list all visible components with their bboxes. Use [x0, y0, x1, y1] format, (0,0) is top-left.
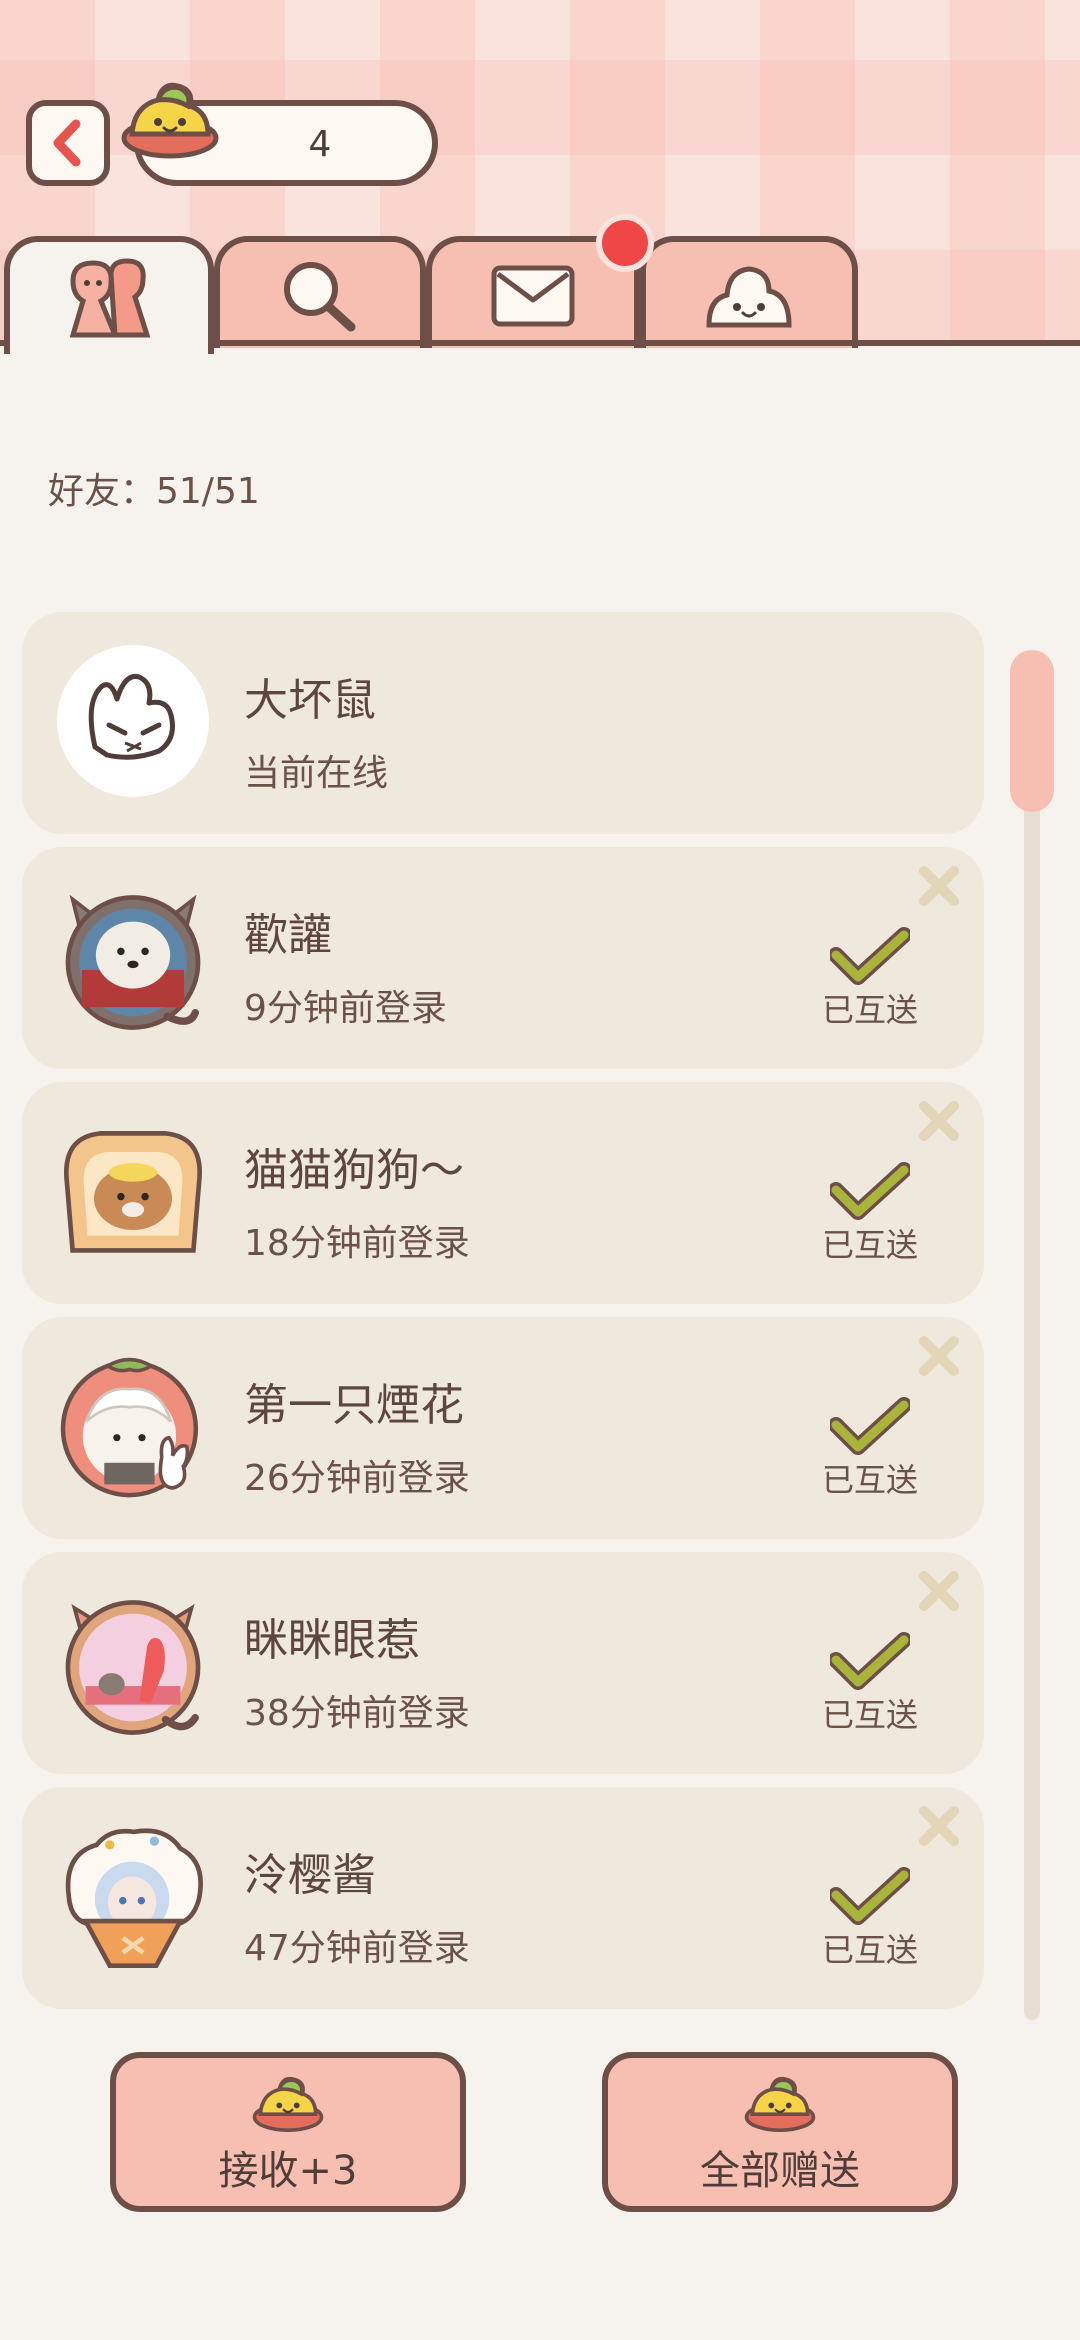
check-icon — [828, 1867, 912, 1925]
gift-sent-indicator: 已互送 — [800, 1632, 940, 1736]
friend-status: 38分钟前登录 — [244, 1693, 470, 1734]
blob-currency-icon — [744, 2076, 816, 2132]
toast-bear-avatar-icon — [64, 1131, 202, 1253]
tab-search[interactable] — [214, 236, 426, 348]
sent-label: 已互送 — [821, 1461, 918, 1499]
notification-dot — [596, 214, 654, 272]
blob-currency-icon — [252, 2076, 324, 2132]
tab-blob[interactable] — [640, 236, 858, 348]
friend-list: 大坏鼠 当前在线 歡讙 9分钟前登录 已互送 猫猫狗狗～ 18分钟前登录 已互送… — [22, 612, 984, 2022]
friend-card[interactable]: 歡讙 9分钟前登录 已互送 — [22, 847, 984, 1069]
anime-girl-avatar-icon — [65, 1828, 203, 1969]
friend-status: 18分钟前登录 — [244, 1223, 470, 1264]
friend-card[interactable]: 眯眯眼惹 38分钟前登录 已互送 — [22, 1552, 984, 1774]
send-all-button[interactable]: 全部赠送 — [602, 2052, 958, 2212]
search-icon — [284, 262, 356, 332]
send-all-button-label: 全部赠送 — [700, 2148, 860, 2194]
remove-friend-icon[interactable] — [914, 861, 964, 911]
rabbit-avatar-icon — [57, 645, 209, 797]
scrollbar-track[interactable] — [1024, 680, 1040, 2020]
remove-friend-icon[interactable] — [914, 1096, 964, 1146]
back-button[interactable] — [26, 100, 110, 186]
mail-icon — [491, 265, 575, 327]
avatar[interactable] — [54, 877, 212, 1035]
back-arrow-icon — [53, 119, 81, 167]
avatar[interactable] — [54, 642, 212, 800]
currency-count: 4 — [308, 124, 332, 165]
check-icon — [828, 927, 912, 985]
blob-currency-icon — [121, 82, 219, 159]
dog-avatar-icon — [65, 894, 201, 1030]
gift-sent-indicator: 已互送 — [800, 1162, 940, 1266]
remove-friend-icon[interactable] — [914, 1331, 964, 1381]
friend-card[interactable]: 猫猫狗狗～ 18分钟前登录 已互送 — [22, 1082, 984, 1304]
scrollbar-thumb[interactable] — [1010, 650, 1054, 812]
sent-label: 已互送 — [821, 991, 918, 1029]
friend-name: 第一只煙花 — [244, 1380, 464, 1431]
receive-button-label: 接收+3 — [218, 2148, 358, 2194]
gift-sent-indicator: 已互送 — [800, 1867, 940, 1971]
remove-friend-icon[interactable] — [914, 1801, 964, 1851]
friends-icon — [69, 258, 151, 338]
blob-icon — [706, 266, 792, 328]
friend-count-label: 好友：51/51 — [48, 471, 260, 512]
friend-status: 当前在线 — [244, 753, 389, 794]
friend-name: 歡讙 — [244, 910, 332, 961]
friend-name: 泠樱酱 — [244, 1850, 376, 1901]
check-icon — [828, 1397, 912, 1455]
friend-status: 26分钟前登录 — [244, 1458, 470, 1499]
sent-label: 已互送 — [821, 1696, 918, 1734]
sent-label: 已互送 — [821, 1931, 918, 1969]
strawberry-avatar-icon — [60, 1357, 199, 1498]
avatar[interactable] — [54, 1582, 212, 1740]
remove-friend-icon[interactable] — [914, 1566, 964, 1616]
check-icon — [828, 1162, 912, 1220]
cat-frame-avatar-icon — [65, 1600, 201, 1735]
receive-button[interactable]: 接收+3 — [110, 2052, 466, 2212]
friend-card[interactable]: 泠樱酱 47分钟前登录 已互送 — [22, 1787, 984, 2009]
avatar[interactable] — [54, 1347, 212, 1505]
friend-status: 9分钟前登录 — [244, 988, 447, 1029]
check-icon — [828, 1632, 912, 1690]
friend-card[interactable]: 第一只煙花 26分钟前登录 已互送 — [22, 1317, 984, 1539]
sent-label: 已互送 — [821, 1226, 918, 1264]
avatar[interactable] — [54, 1817, 212, 1975]
friend-name: 眯眯眼惹 — [244, 1615, 420, 1666]
friend-card[interactable]: 大坏鼠 当前在线 — [22, 612, 984, 834]
friend-name: 大坏鼠 — [244, 675, 376, 726]
tab-friends[interactable] — [4, 236, 214, 354]
friend-name: 猫猫狗狗～ — [244, 1145, 464, 1196]
friend-status: 47分钟前登录 — [244, 1928, 470, 1969]
gift-sent-indicator: 已互送 — [800, 1397, 940, 1501]
gift-sent-indicator: 已互送 — [800, 927, 940, 1031]
avatar[interactable] — [54, 1112, 212, 1270]
